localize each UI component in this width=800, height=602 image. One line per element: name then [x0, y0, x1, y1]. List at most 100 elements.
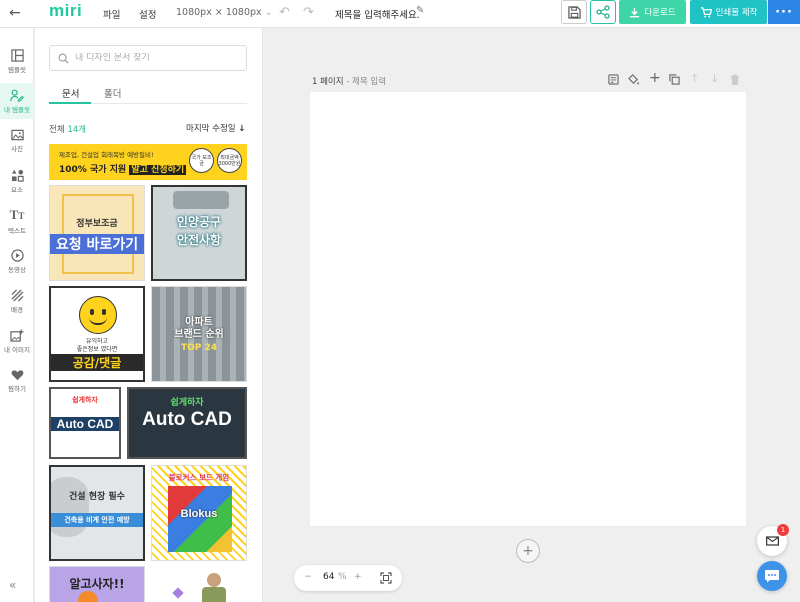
collapse-panel-icon[interactable]: « [9, 578, 16, 592]
artboard[interactable] [310, 92, 746, 526]
back-arrow-icon[interactable]: ← [6, 4, 24, 22]
rail-label: 내 템플릿 [4, 105, 30, 114]
redo-icon[interactable]: ↷ [303, 5, 314, 20]
sort-label: 마지막 수정일 [186, 124, 236, 134]
banner-highlight: 알고 신청하기 [129, 165, 187, 175]
photo-icon [10, 129, 24, 141]
sort-select[interactable]: 마지막 수정일 ↓ [186, 122, 245, 134]
fit-screen-icon[interactable] [380, 572, 392, 584]
shapes-icon [11, 169, 24, 182]
undo-icon[interactable]: ↶ [279, 5, 290, 20]
zoom-unit: % [338, 572, 347, 582]
image-add-icon [10, 328, 24, 342]
template-panel: 문서 폴더 전체 14개 마지막 수정일 ↓ 제조업, 건설업 회래복방 예방필… [35, 28, 263, 602]
search-icon [58, 53, 69, 64]
trash-icon[interactable] [730, 74, 740, 85]
save-icon [567, 5, 581, 19]
thumb-main-text: 공감/댓글 [51, 354, 143, 371]
rail-label: 사진 [11, 145, 23, 153]
page-title-input[interactable]: - 제목 입력 [346, 77, 386, 87]
zoom-in-icon[interactable]: + [354, 572, 362, 582]
more-dots-icon: ··· [775, 4, 793, 20]
zoom-out-icon[interactable]: − [304, 572, 312, 582]
duplicate-icon[interactable] [669, 74, 680, 85]
rail-item-my-templates[interactable]: 내 템플릿 [0, 83, 34, 119]
canvas-size-select[interactable]: 1080px × 1080px ⌄ [176, 7, 273, 18]
count-value: 14개 [67, 125, 86, 135]
template-thumb-banner[interactable]: 제조업, 건설업 회래복방 예방필비! 100% 국가 지원 알고 신청하기 국… [49, 144, 247, 180]
rail-item-background[interactable]: 배경 [0, 283, 34, 319]
pattern-icon [10, 288, 24, 302]
tab-folders[interactable]: 폴더 [104, 86, 121, 100]
chevron-down-icon: ⌄ [264, 7, 273, 18]
template-thumb[interactable]: 쉽게하자 Auto CAD [49, 387, 121, 459]
rail-item-my-images[interactable]: 내 이미지 [0, 323, 34, 359]
smiley-icon [79, 296, 117, 334]
template-thumb[interactable] [151, 566, 247, 602]
logo[interactable]: miri [49, 1, 82, 21]
thumb-main-text: Auto CAD [142, 409, 232, 430]
template-thumb[interactable]: 건설 현장 필수 건축용 비계 안전 예방 [49, 465, 145, 561]
rail-label: 요소 [11, 185, 23, 194]
thumb-top-text: 블로커스 보드 게임 [168, 473, 230, 482]
zoom-value[interactable]: 64 [323, 572, 334, 582]
template-thumb[interactable]: 정부보조금 요청 바로가기 [49, 185, 145, 281]
search-input[interactable] [75, 53, 235, 63]
pencil-icon[interactable]: ✎ [416, 5, 424, 16]
cart-icon [700, 6, 712, 18]
template-thumb[interactable]: 쉽게하자 Auto CAD [127, 387, 247, 459]
tab-documents[interactable]: 문서 [62, 86, 79, 100]
more-menu-button[interactable]: ··· [768, 0, 800, 24]
template-thumb[interactable]: 유익하고 좋은정보 였다면 공감/댓글 [49, 286, 145, 382]
text-icon: TT [9, 206, 25, 222]
add-icon[interactable]: + [649, 70, 661, 86]
notes-icon[interactable] [608, 74, 619, 85]
download-icon [630, 7, 640, 17]
banner-line2: 100% 국가 지원 알고 신청하기 [59, 162, 187, 175]
emoji-graphic [78, 591, 98, 602]
notification-badge: 1 [777, 524, 789, 536]
layout-icon [10, 48, 24, 62]
thumb-top-text: 쉽게하자 [170, 398, 204, 408]
move-up-icon[interactable]: ↑ [690, 72, 699, 85]
rail-item-photos[interactable]: 사진 [0, 123, 34, 159]
play-icon [10, 248, 24, 262]
rail-item-favorites[interactable]: 찜하기 [0, 363, 34, 399]
rail-item-templates[interactable]: 템플릿 [0, 43, 34, 79]
move-down-icon[interactable]: ↓ [710, 72, 719, 85]
page-label: 1 페이지 - 제목 입력 [312, 75, 386, 87]
save-button[interactable] [561, 0, 587, 24]
rail-item-elements[interactable]: 요소 [0, 163, 34, 199]
download-label: 다운로드 [644, 8, 676, 18]
thumb-main-text: 브랜드 순위 [174, 329, 224, 340]
share-icon [596, 5, 610, 19]
user-edit-icon [10, 89, 24, 102]
thumb-main-text: Blokus [180, 508, 218, 520]
add-page-button[interactable]: + [516, 539, 540, 563]
arrow-down-icon: ↓ [238, 124, 246, 134]
banner-line2-text: 100% 국가 지원 [59, 165, 127, 175]
menu-file[interactable]: 파일 [103, 7, 120, 21]
template-thumb[interactable]: 블로커스 보드 게임 Blokus [151, 465, 247, 561]
menu-settings[interactable]: 설정 [139, 7, 156, 21]
rail-item-video[interactable]: 동영상 [0, 243, 34, 279]
template-thumb[interactable]: 인양공구 안전사항 [151, 185, 247, 281]
template-thumb[interactable]: 아파트 브랜드 순위 TOP 24 [151, 286, 247, 382]
rail-label: 찜하기 [8, 385, 26, 393]
thumb-top-text: 쉽게하자 [72, 396, 98, 404]
active-tab-indicator [49, 102, 91, 104]
rail-label: 텍스트 [8, 226, 26, 235]
share-button[interactable] [590, 0, 616, 24]
print-order-label: 인쇄물 제작 [715, 8, 758, 18]
rail-item-text[interactable]: TT 텍스트 [0, 203, 34, 239]
paint-bucket-icon[interactable] [628, 74, 640, 85]
document-count: 전체 14개 [49, 123, 86, 135]
doc-title-input[interactable]: 제목을 입력해주세요. [335, 7, 420, 21]
diamond-graphic [172, 587, 184, 599]
print-order-button[interactable]: 인쇄물 제작 [690, 0, 767, 24]
thumb-main-text: 알고사자!! [69, 577, 125, 591]
figure-graphic [207, 573, 221, 587]
template-thumb[interactable]: 알고사자!! [49, 566, 145, 602]
download-button[interactable]: 다운로드 [619, 0, 686, 24]
chat-button[interactable] [757, 561, 787, 591]
